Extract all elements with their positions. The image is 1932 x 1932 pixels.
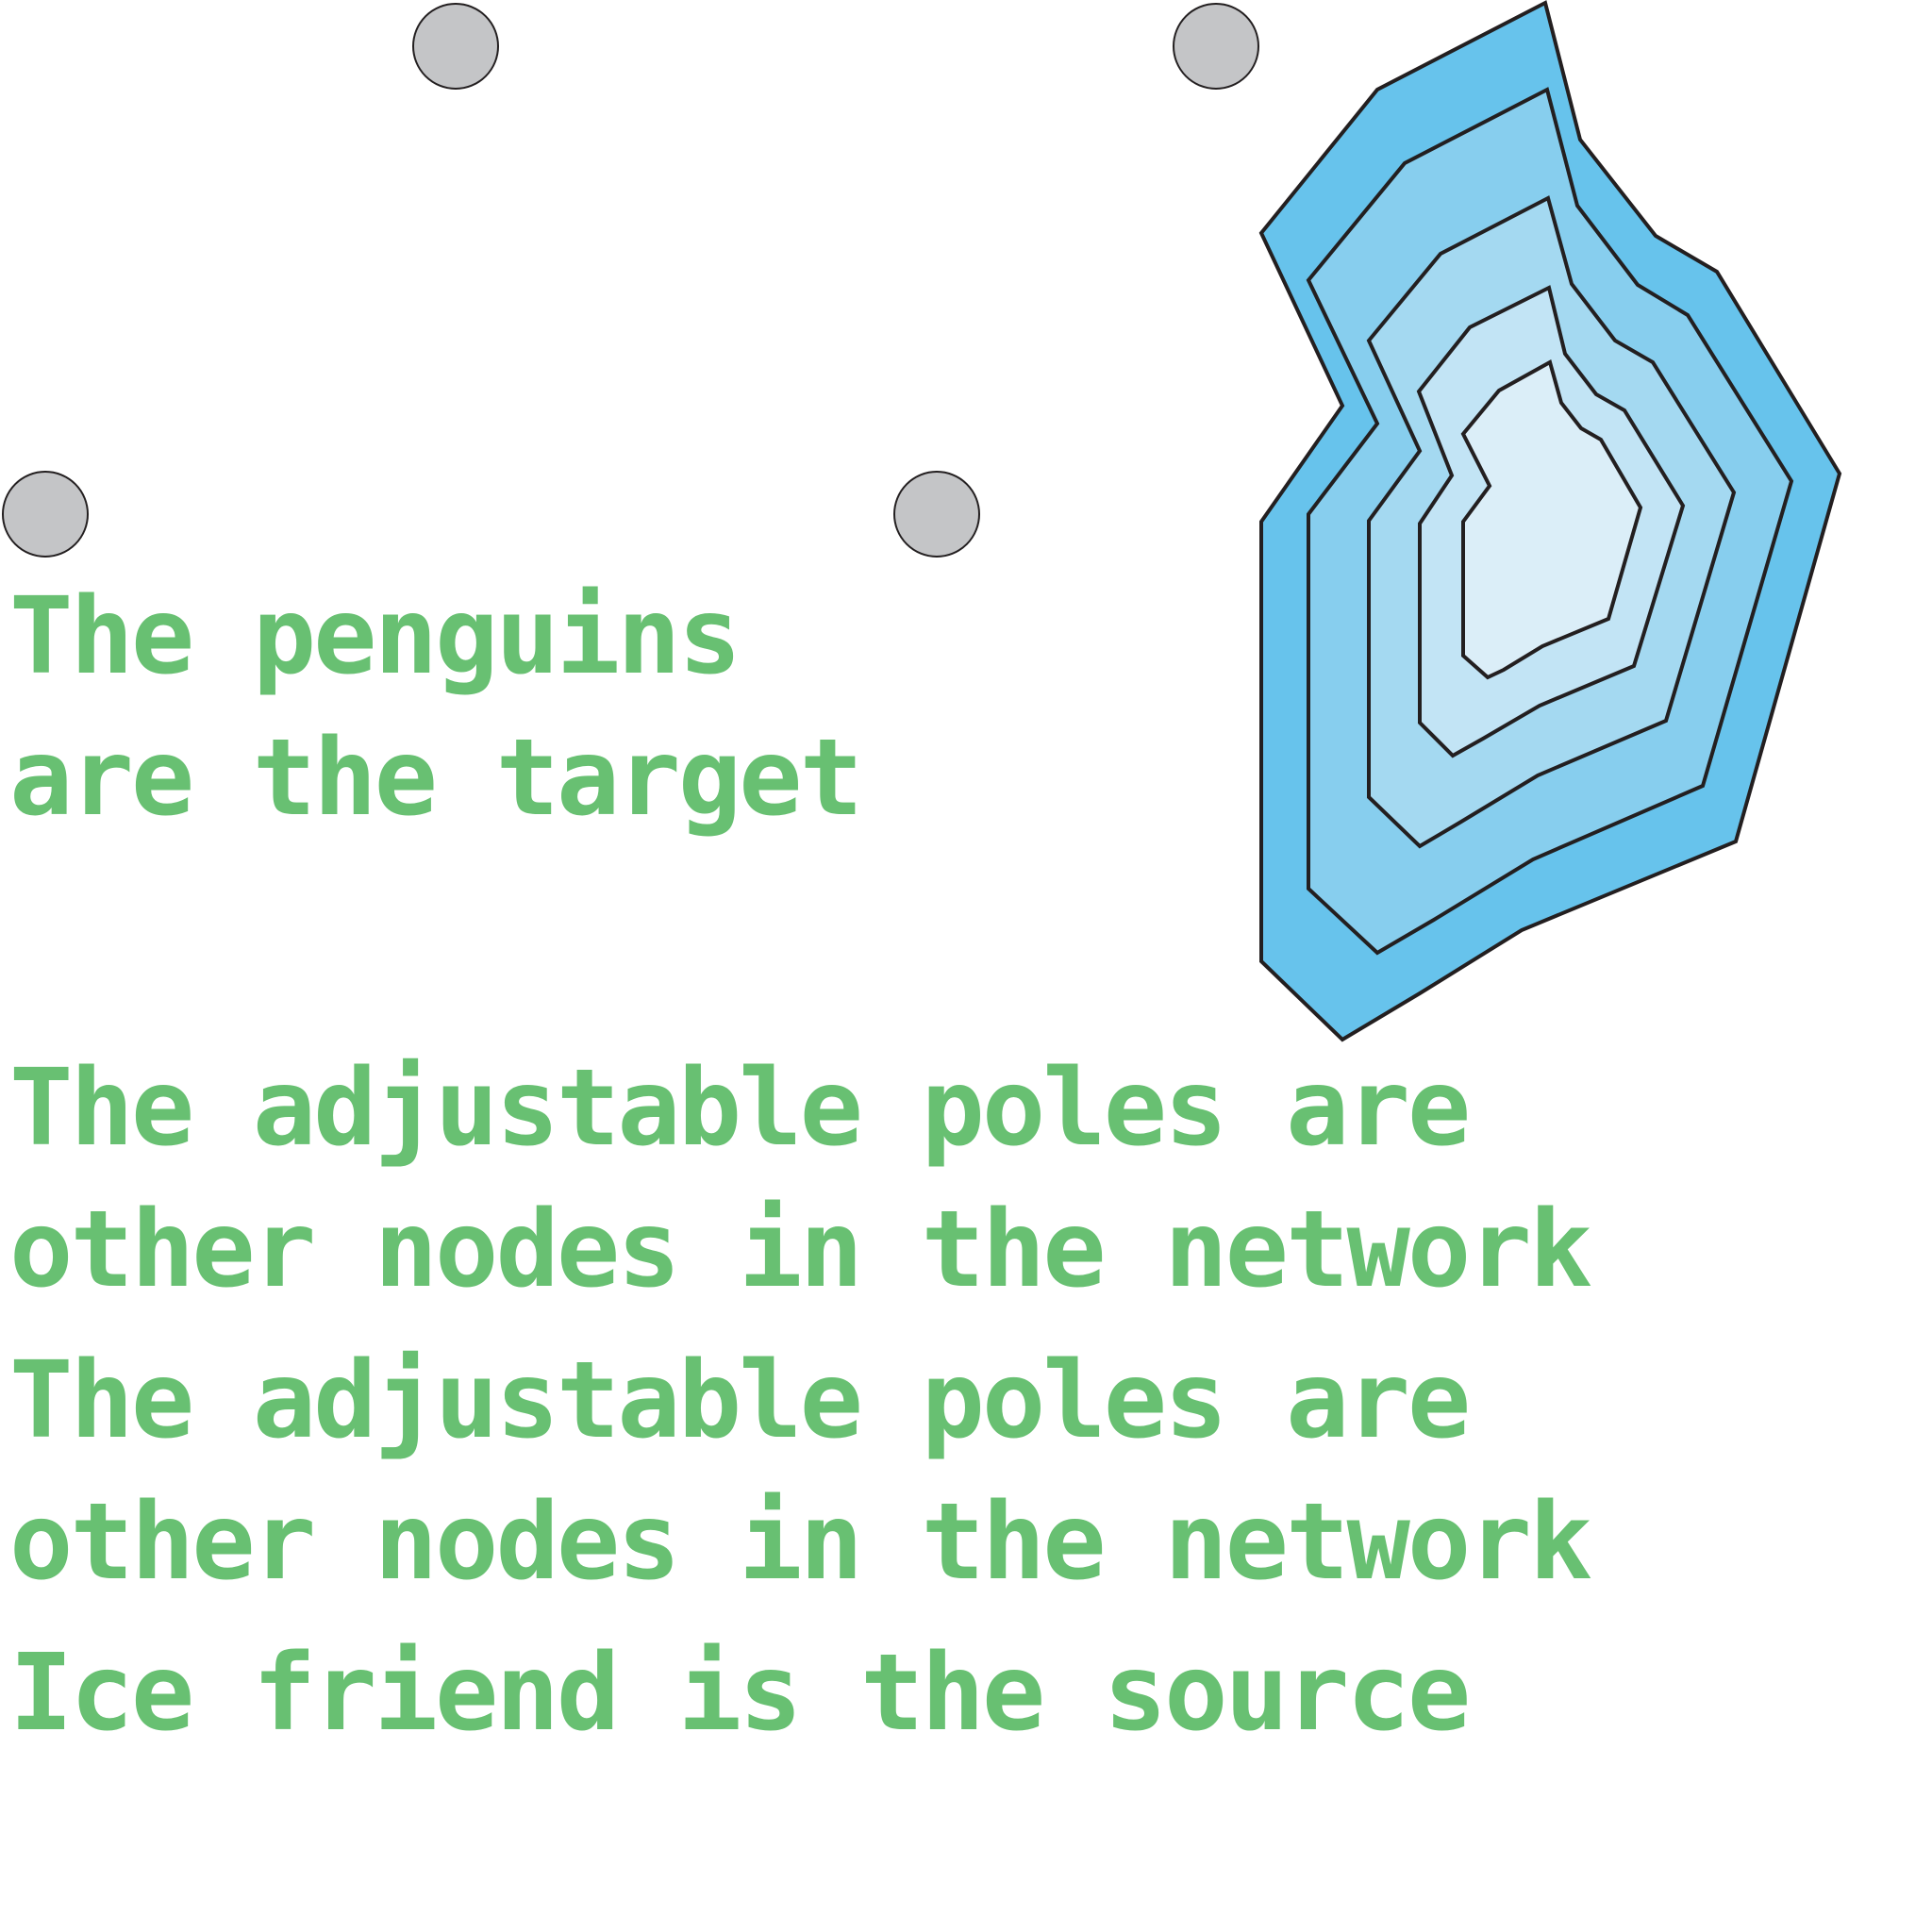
poles-label-repeat: The adjustable poles are other nodes in … <box>9 1330 1592 1613</box>
ice-contour-icon <box>1258 0 1842 1042</box>
target-label-line-1: The penguins <box>9 575 741 698</box>
source-label: Ice friend is the source <box>9 1623 1471 1764</box>
poles-label-line-1: The adjustable poles are <box>9 1047 1471 1170</box>
target-label-line-2: are the target <box>9 717 863 840</box>
poles-label-repeat-line-2: other nodes in the network <box>9 1481 1592 1604</box>
poles-label-line-2: other nodes in the network <box>9 1189 1592 1311</box>
target-label: The penguins are the target <box>9 566 863 849</box>
source-label-line-1: Ice friend is the source <box>9 1632 1471 1755</box>
poles-label-repeat-line-1: The adjustable poles are <box>9 1340 1471 1462</box>
poles-label: The adjustable poles are other nodes in … <box>9 1038 1592 1321</box>
